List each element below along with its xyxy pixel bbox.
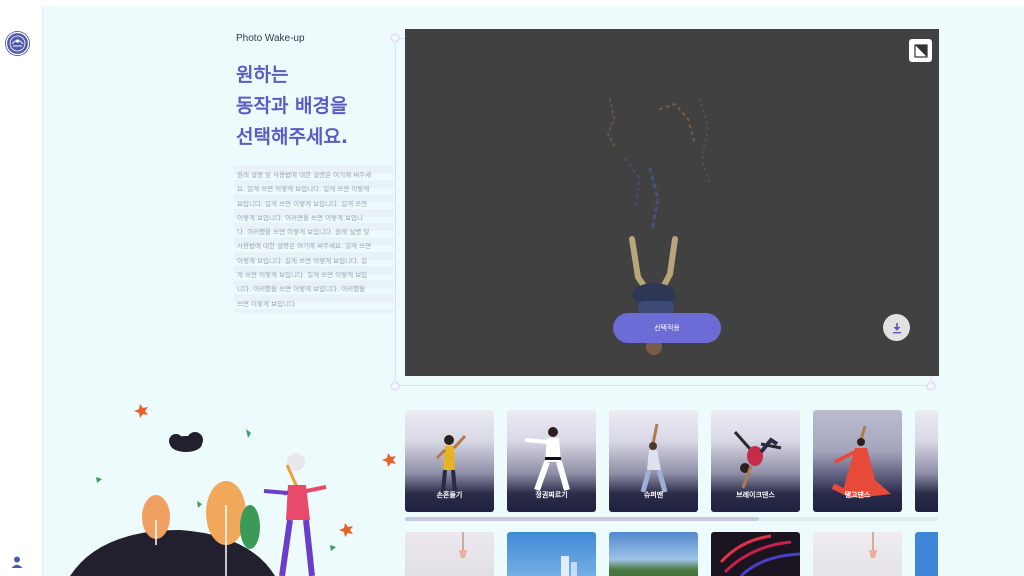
resize-handle[interactable] [390,33,400,43]
description-line: 사용법에 대한 설명은 여기에 써주세요. 길게 쓰면 [237,242,372,251]
logo-icon[interactable] [5,31,30,56]
motion-card-breakdance[interactable]: 브레이크댄스 [711,410,800,512]
background-card-city-sky[interactable] [507,532,596,576]
motion-card-taekwondo[interactable]: 정권찌르기 [507,410,596,512]
motion-label: 정권찌르기 [535,491,568,499]
motion-list: 손흔들기 정권찌르기 슈퍼맨 브레이크댄스 탱고댄스 [405,410,938,512]
description-text: 원래 설명 및 사용법에 대한 설명은 여기에 써주세 요. 길게 쓰면 이렇게… [234,166,394,313]
background-list [405,532,938,576]
motion-label: 브레이크댄스 [736,491,775,499]
top-strip [0,0,1024,6]
description-line: 이렇게 보입니다. 길게 쓰면 이렇게 보입니다. 길 [237,256,368,265]
motion-card-partial[interactable] [915,410,938,512]
city-icon [561,556,577,576]
resize-handle[interactable] [926,381,936,391]
background-card-lamp-2[interactable] [813,532,902,576]
motion-scroll-thumb[interactable] [405,517,759,521]
expand-icon [913,43,928,58]
page-headline: 원하는 동작과 배경을 선택해주세요. [236,60,406,153]
decorative-illustration [70,404,396,576]
expand-button[interactable] [909,39,932,62]
apply-selection-button[interactable]: 선택적용 [613,313,721,343]
motion-label: 슈퍼맨 [643,491,664,499]
background-card-landscape[interactable] [609,532,698,576]
resize-handle[interactable] [390,381,400,391]
headline-line: 동작과 배경을 [236,95,348,117]
headline-line: 선택해주세요. [236,126,349,148]
preview-viewer[interactable]: 선택적용 [405,29,939,376]
motion-card-superman[interactable]: 슈퍼맨 [609,410,698,512]
motion-card-tango[interactable]: 탱고댄스 [813,410,902,512]
download-icon [892,322,901,333]
background-card-neon-lights[interactable] [711,532,801,576]
sidebar [0,6,43,576]
background-card-blue[interactable] [915,532,938,576]
motion-label: 탱고댄스 [844,491,871,499]
description-line: 이렇게 보입니다. 이러면을 쓰면 이렇게 보입니 [237,213,364,222]
lamp-icon [869,532,877,558]
app-title: Photo Wake-up [236,33,305,44]
description-line: 게 쓰면 이렇게 보입니다. 길게 쓰면 이렇게 보입 [237,271,368,280]
description-line: 다. 이러했을 쓰면 이렇게 보입니다. 원래 설명 및 [237,228,370,237]
description-line: 요. 길게 쓰면 이렇게 보입니다. 길게 쓰면 이렇게 [237,185,370,194]
headline-line: 원하는 [236,64,289,86]
neon-lights-icon [719,534,801,576]
description-line: 쓰면 이렇게 보입니다. [237,299,298,308]
download-button[interactable] [883,314,910,341]
description-line: 원래 설명 및 사용법에 대한 설명은 여기에 써주세 [237,171,372,179]
user-icon[interactable] [10,554,24,568]
description-line: 니다. 이러했을 쓰면 이렇게 보입니다. 이러했을 [237,285,366,294]
description-line: 보입니다. 길게 쓰면 이렇게 보입니다. 길게 쓰면 [237,199,368,208]
